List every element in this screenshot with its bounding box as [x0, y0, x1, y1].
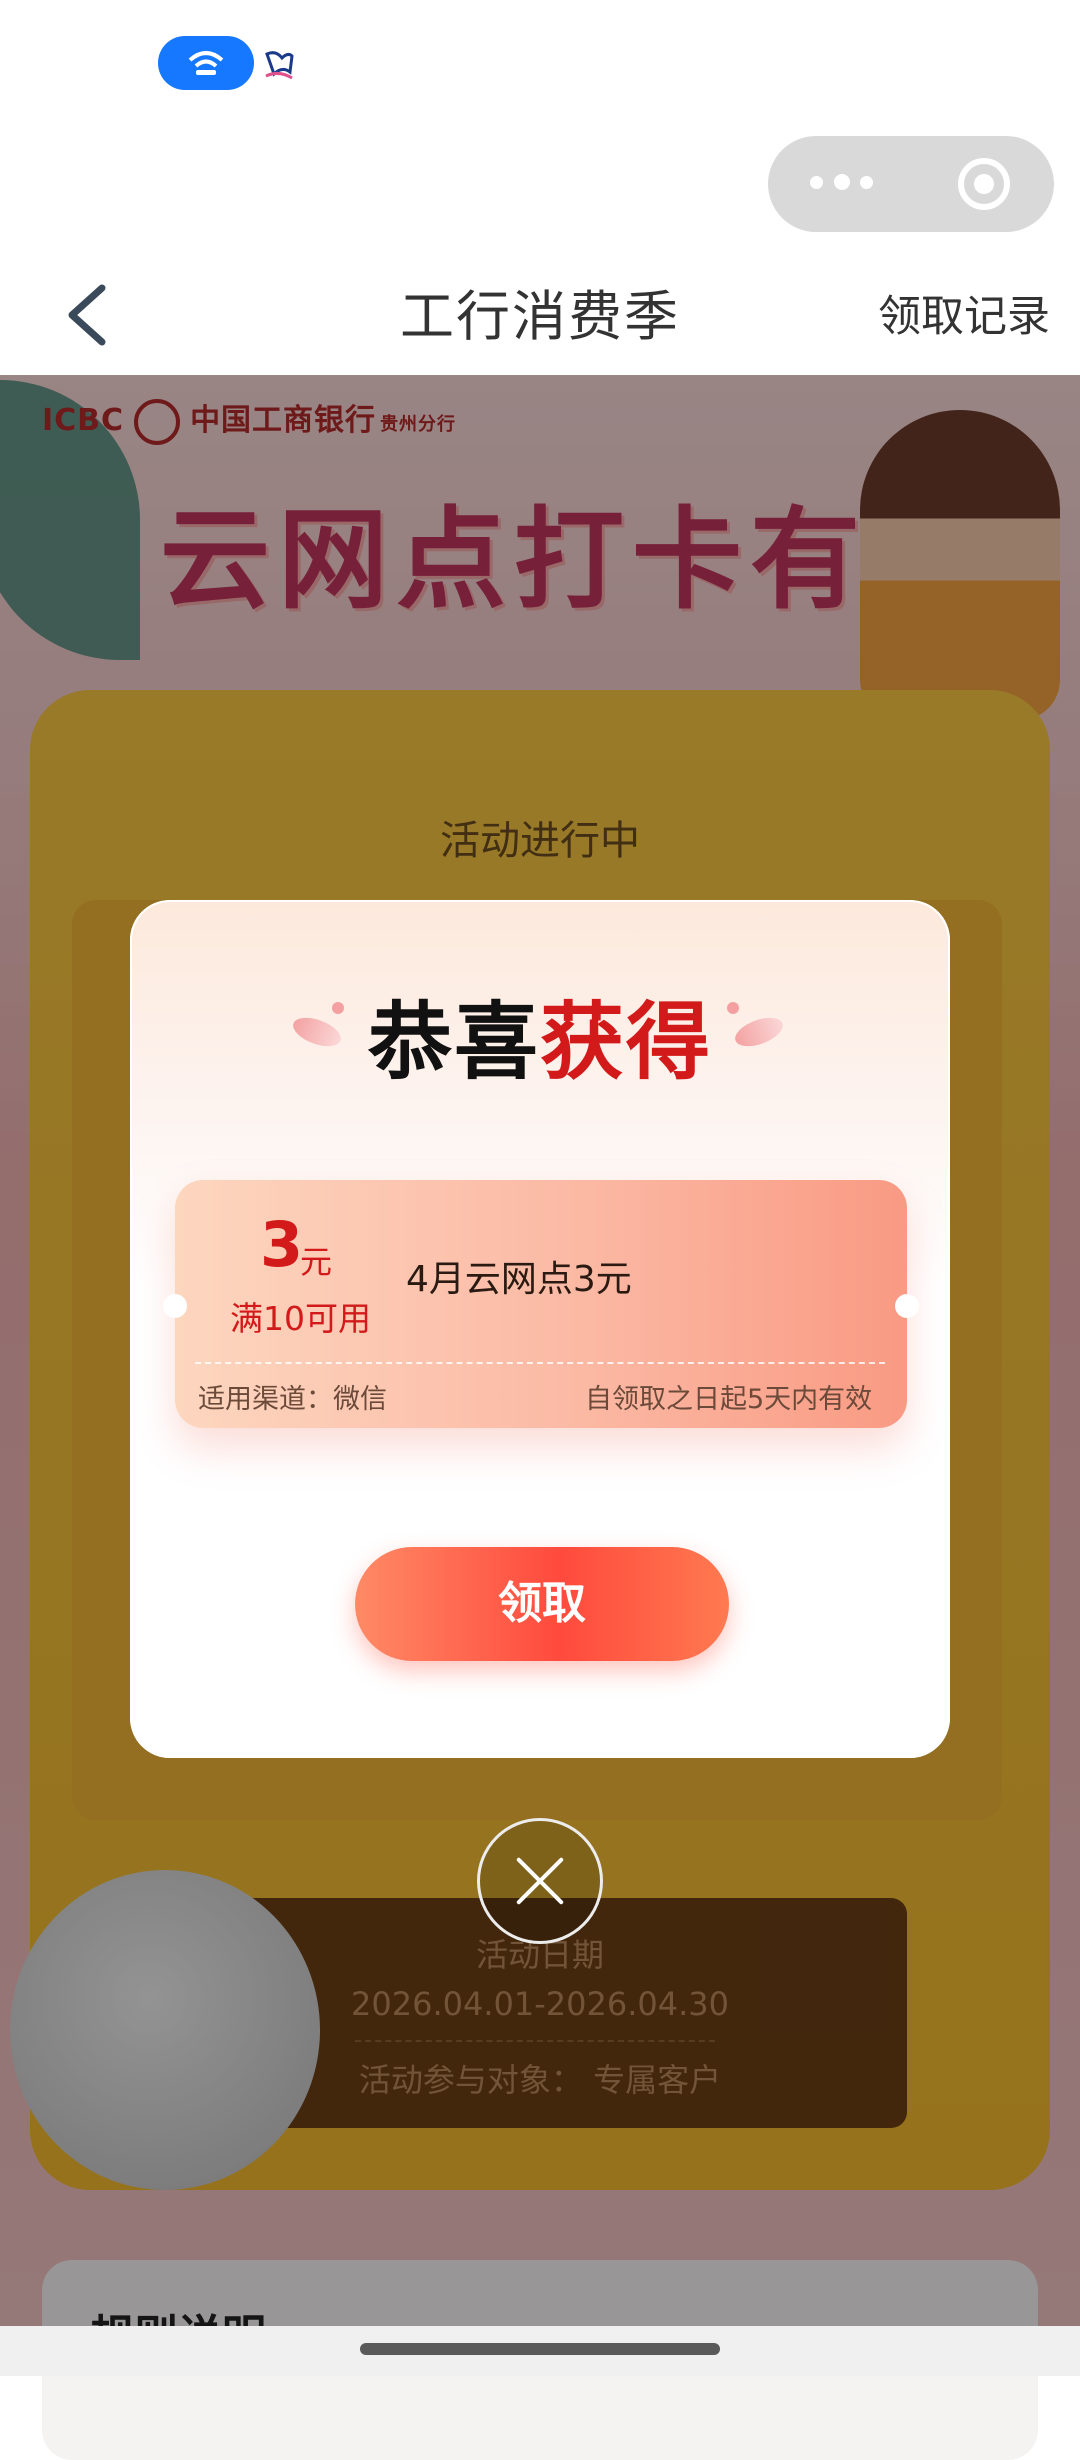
modal-title: 恭喜获得	[0, 975, 1080, 1096]
home-indicator[interactable]	[360, 2343, 720, 2355]
coupon-amount: 3	[260, 1208, 304, 1281]
app-notification-icon	[262, 48, 296, 82]
coupon-notch-right	[895, 1294, 919, 1318]
claim-records-link[interactable]: 领取记录	[878, 282, 1050, 344]
close-icon[interactable]	[477, 1818, 603, 1944]
coupon-validity: 自领取之日起5天内有效	[585, 1384, 873, 1415]
close-miniapp-icon[interactable]	[958, 158, 1010, 210]
coupon-channel: 适用渠道：微信	[198, 1384, 387, 1415]
coupon-unit: 元	[300, 1243, 333, 1281]
coupon-condition: 满10可用	[230, 1299, 371, 1338]
modal-title-part1: 恭喜	[367, 993, 540, 1091]
wifi-icon	[188, 51, 224, 75]
claim-button-label[interactable]: 领取	[355, 1547, 729, 1661]
modal-title-part2: 获得	[540, 993, 713, 1091]
wifi-status-pill	[158, 36, 254, 90]
coupon-divider	[195, 1362, 885, 1364]
coupon-notch-left	[163, 1294, 187, 1318]
more-options-icon[interactable]	[810, 172, 876, 192]
coupon-name: 4月云网点3元	[406, 1259, 632, 1300]
